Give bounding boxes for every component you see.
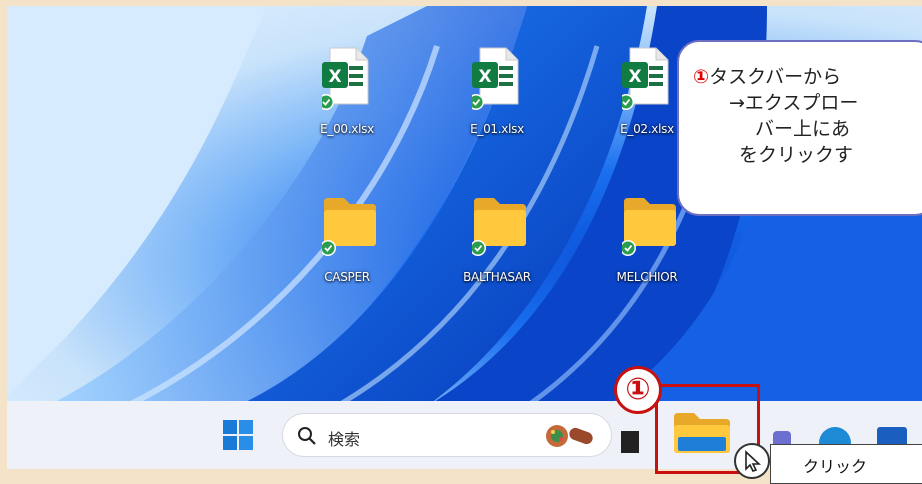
folder-icon [322, 198, 376, 256]
desktop-icon-label: MELCHIOR [616, 270, 678, 284]
desktop-icon-balthasar[interactable]: BALTHASAR [437, 194, 557, 304]
excel-file-icon: X [622, 47, 669, 110]
folder-icon [622, 198, 676, 256]
excel-file-icon: X [322, 47, 369, 110]
desktop-icon-e00[interactable]: X E_00.xlsx [287, 46, 407, 156]
svg-text:X: X [328, 67, 341, 87]
desktop-icon-label: E_01.xlsx [470, 122, 524, 136]
mouse-pointer-icon [745, 450, 762, 472]
callout-line-4: をクリックす [739, 144, 854, 166]
step-marker: ① [614, 366, 662, 414]
desktop-icon-label: E_00.xlsx [320, 122, 374, 136]
task-view-icon[interactable] [621, 431, 639, 453]
desktop-icon-label: CASPER [324, 270, 370, 284]
desktop-icon-label: BALTHASAR [463, 270, 531, 284]
taskbar-search-box[interactable]: 検索 [282, 413, 612, 457]
svg-text:X: X [628, 67, 641, 87]
search-placeholder: 検索 [328, 430, 361, 449]
search-highlight-icon [546, 425, 593, 447]
desktop-icon-e01[interactable]: X E_01.xlsx [437, 46, 557, 156]
folder-icon [472, 198, 526, 256]
click-tooltip: クリック [770, 444, 922, 484]
callout-text-1: タスクバーから [709, 66, 842, 88]
instruction-callout: ①タスクバーから →エクスプロー バー上にあ をクリックす [677, 40, 922, 216]
callout-line-1: ①タスクバーから [693, 64, 922, 90]
excel-file-icon: X [472, 47, 519, 110]
cursor-indicator [734, 443, 770, 479]
callout-line-2: →エクスプロー [729, 92, 859, 114]
desktop-icon-casper[interactable]: CASPER [287, 194, 407, 304]
callout-line-3: バー上にあ [755, 118, 851, 140]
windows-start-icon[interactable] [223, 420, 253, 450]
search-icon [298, 427, 316, 445]
svg-text:X: X [478, 67, 491, 87]
step-number: ① [693, 66, 710, 88]
